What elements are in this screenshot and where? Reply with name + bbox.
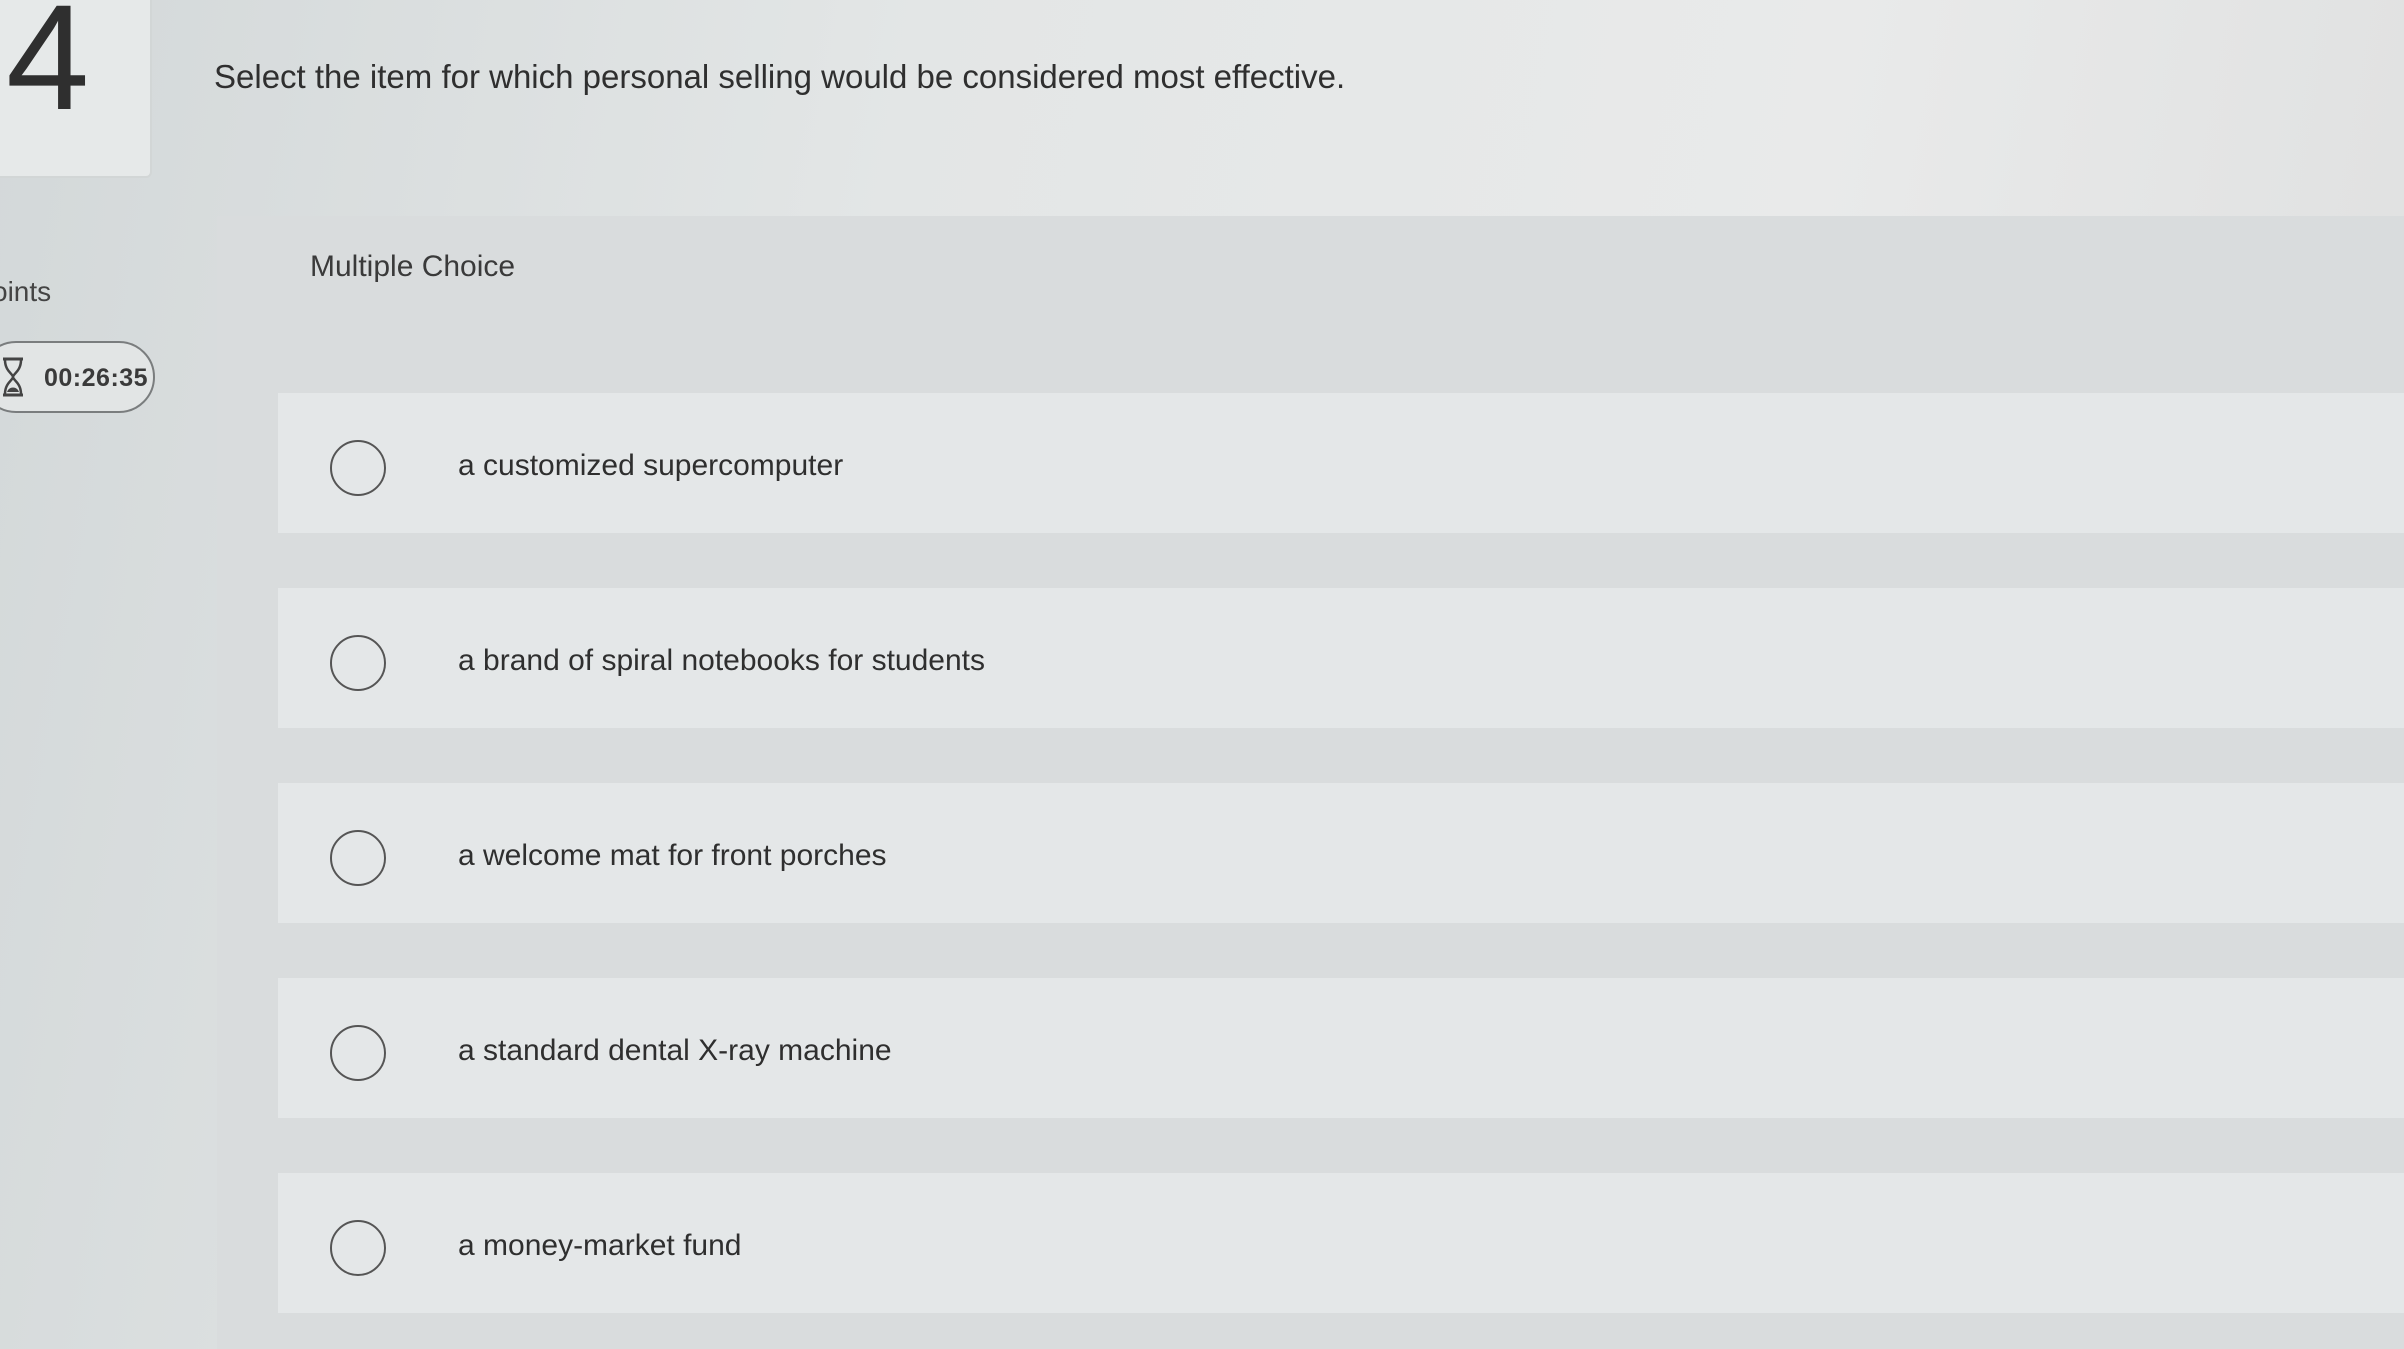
answer-option-label[interactable]: a welcome mat for front porches <box>458 839 887 873</box>
radio-button[interactable] <box>330 1025 386 1081</box>
radio-button[interactable] <box>330 635 386 691</box>
points-label: oints <box>0 276 52 307</box>
answer-option-label[interactable]: a standard dental X-ray machine <box>458 1034 892 1068</box>
timer-pill[interactable]: 00:26:35 <box>0 341 155 413</box>
radio-button[interactable] <box>330 1220 386 1276</box>
answer-option[interactable]: a welcome mat for front porches <box>278 783 2404 923</box>
question-text: Select the item for which personal selli… <box>214 58 1346 95</box>
question-type-label: Multiple Choice <box>310 250 516 283</box>
answer-option-label[interactable]: a customized supercomputer <box>458 449 843 483</box>
answer-option-label[interactable]: a money-market fund <box>458 1229 741 1263</box>
question-sidebar: 4 oints 00:26:35 <box>0 0 165 1349</box>
answer-option-label[interactable]: a brand of spiral notebooks for students <box>458 644 985 678</box>
answer-option[interactable]: a customized supercomputer <box>278 393 2404 533</box>
hourglass-icon <box>3 357 23 397</box>
radio-button[interactable] <box>330 440 386 496</box>
timer-value: 00:26:35 <box>44 364 149 392</box>
answer-option[interactable]: a brand of spiral notebooks for students <box>278 588 2404 728</box>
answer-option[interactable]: a standard dental X-ray machine <box>278 978 2404 1118</box>
question-number-box: 4 <box>0 0 152 178</box>
radio-button[interactable] <box>330 830 386 886</box>
question-number: 4 <box>6 0 90 141</box>
answer-option[interactable]: a money-market fund <box>278 1173 2404 1313</box>
